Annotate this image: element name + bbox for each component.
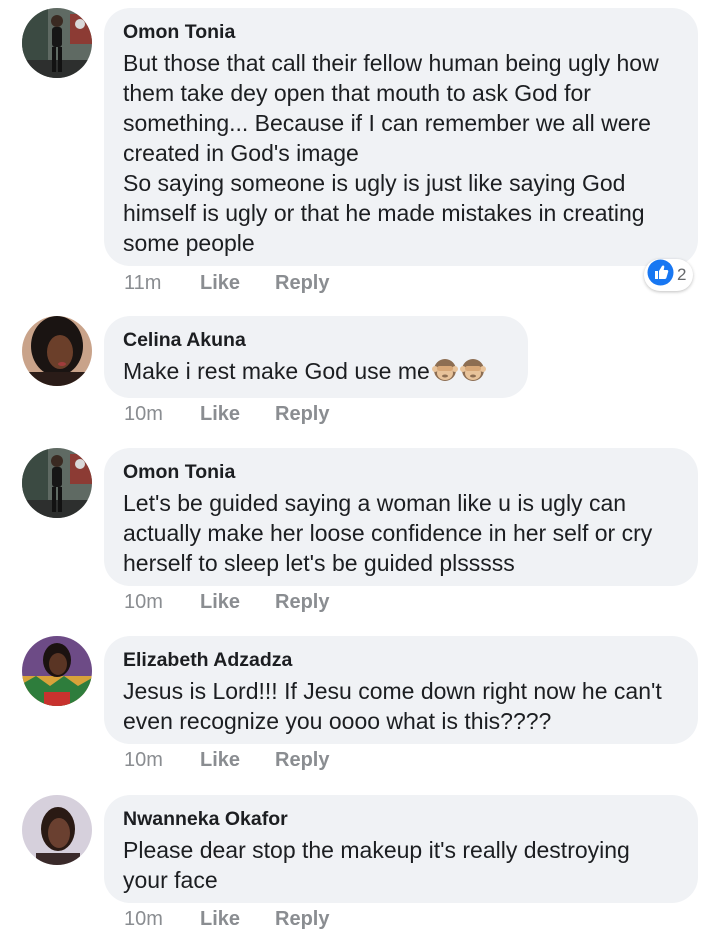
comment-author[interactable]: Nwanneka Okafor [123,807,678,831]
comment-text: Let's be guided saying a woman like u is… [123,490,653,576]
reply-button[interactable]: Reply [275,271,329,295]
comment-timestamp[interactable]: 10m [124,748,200,772]
comment-text: Please dear stop the makeup it's really … [123,837,630,893]
like-reaction-icon [647,259,674,291]
reply-button[interactable]: Reply [275,402,329,426]
comment-author[interactable]: Celina Akuna [123,328,508,352]
comment-actions: 10m Like Reply [124,590,329,614]
like-button[interactable]: Like [200,748,275,772]
like-button[interactable]: Like [200,907,275,931]
comment-bubble: Nwanneka Okafor Please dear stop the mak… [104,795,698,903]
reaction-summary[interactable]: 2 [644,259,694,291]
comment-actions: 10m Like Reply [124,748,329,772]
comment-bubble: Elizabeth Adzadza Jesus is Lord!!! If Je… [104,636,698,744]
comment-bubble: Omon Tonia But those that call their fel… [104,8,698,266]
see-no-evil-monkey-icon [459,357,486,383]
see-no-evil-monkey-icon [431,357,458,383]
reply-button[interactable]: Reply [275,907,329,931]
avatar[interactable] [22,316,92,386]
avatar[interactable] [22,8,92,78]
like-button[interactable]: Like [200,590,275,614]
comment-author[interactable]: Omon Tonia [123,20,678,44]
comment-bubble: Celina Akuna Make i rest make God use me [104,316,528,398]
reply-button[interactable]: Reply [275,590,329,614]
comment-actions: 11m Like Reply [124,271,329,295]
reaction-count: 2 [677,265,687,284]
avatar[interactable] [22,448,92,518]
comment-text: Jesus is Lord!!! If Jesu come down right… [123,678,662,734]
avatar[interactable] [22,636,92,706]
comment-author[interactable]: Elizabeth Adzadza [123,648,678,672]
comment-bubble: Omon Tonia Let's be guided saying a woma… [104,448,698,586]
comment-timestamp[interactable]: 10m [124,907,200,931]
like-button[interactable]: Like [200,402,275,426]
comment-text: But those that call their fellow human b… [123,50,659,256]
like-button[interactable]: Like [200,271,275,295]
comment-actions: 10m Like Reply [124,907,329,931]
comment-author[interactable]: Omon Tonia [123,460,678,484]
comment-actions: 10m Like Reply [124,402,329,426]
reply-button[interactable]: Reply [275,748,329,772]
comment-text-content: Make i rest make God use me [123,358,430,384]
comment-timestamp[interactable]: 11m [124,271,200,295]
avatar[interactable] [22,795,92,865]
comment-timestamp[interactable]: 10m [124,402,200,426]
comment-timestamp[interactable]: 10m [124,590,200,614]
comment-text: Make i rest make God use me [123,356,508,386]
